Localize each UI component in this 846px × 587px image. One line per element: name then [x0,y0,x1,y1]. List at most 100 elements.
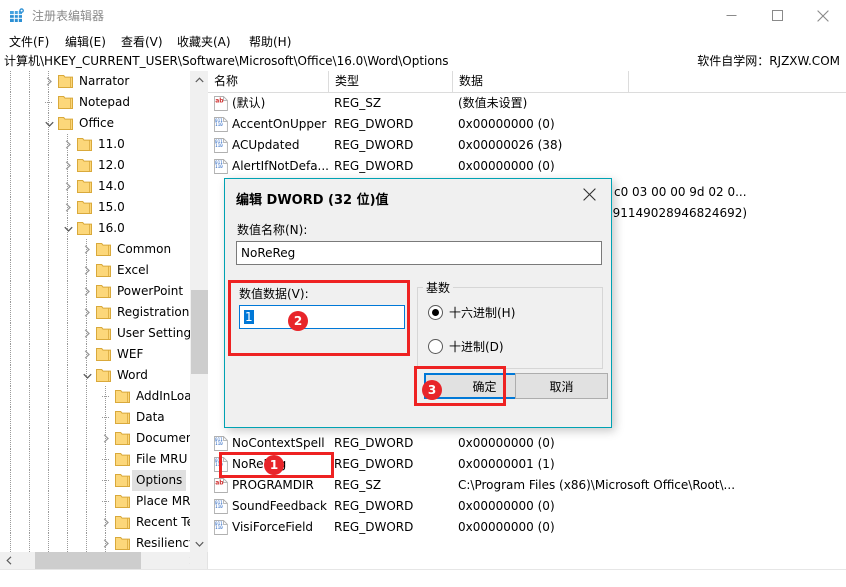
radio-decimal[interactable]: 十进制(D) [428,337,504,355]
table-row[interactable]: 011110AccentOnUpperREG_DWORD0x00000000 (… [208,114,846,135]
dword-value-icon: 011110 [214,159,228,174]
tree-item-powerpoint[interactable]: PowerPoint [0,281,190,302]
chevron-down-icon[interactable] [79,365,95,386]
column-header-0[interactable]: 名称 [208,71,328,92]
tree-guide-stub [102,459,110,460]
tree-item-data[interactable]: Data [0,407,190,428]
tree-item-14-0[interactable]: 14.0 [0,176,190,197]
tree-item-documentte[interactable]: DocumentTe [0,428,190,449]
tree-item-16-0[interactable]: 16.0 [0,218,190,239]
tree-guide-line [10,134,11,155]
minimize-icon[interactable] [708,0,754,31]
table-row[interactable]: 011110NoReRegREG_DWORD0x00000001 (1) [208,454,846,475]
tree-horizontal-scrollbar[interactable] [0,552,207,569]
tree-item-12-0[interactable]: 12.0 [0,155,190,176]
chevron-right-icon[interactable] [60,197,76,218]
tree-guide-line [29,113,30,134]
scroll-left-icon[interactable] [0,552,17,569]
tree-guide-line [10,197,11,218]
chevron-right-icon[interactable] [60,176,76,197]
value-type: REG_SZ [334,475,381,496]
scrollbar-corner [190,552,207,569]
table-row[interactable]: 011110NoContextSpellREG_DWORD0x00000000 … [208,433,846,454]
tree-guide-line [48,260,49,281]
chevron-right-icon[interactable] [98,428,114,449]
tree-guide-line [29,407,30,428]
value-data: 0x00000000 (0) [458,114,555,135]
tree-scroll-thumb[interactable] [191,290,208,374]
chevron-right-icon[interactable] [98,512,114,533]
chevron-right-icon[interactable] [79,281,95,302]
menu-item-2[interactable]: 查看(V) [118,34,166,50]
tree-item-label: AddInLoadTi [132,386,190,407]
tree-item-place-mru[interactable]: Place MRU [0,491,190,512]
tree-item-label: Narrator [75,71,133,92]
chevron-down-icon[interactable] [41,113,57,134]
chevron-right-icon[interactable] [98,533,114,554]
tree-guide-line [29,470,30,491]
chevron-right-icon[interactable] [60,155,76,176]
chevron-right-icon[interactable] [60,134,76,155]
menu-item-4[interactable]: 帮助(H) [246,34,294,50]
tree-item-wef[interactable]: WEF [0,344,190,365]
value-type: REG_DWORD [334,156,413,177]
value-data-input[interactable]: 1 [239,305,405,329]
registry-tree-pane[interactable]: NarratorNotepadOffice11.012.014.015.016.… [0,71,208,569]
table-row[interactable]: ab(默认)REG_SZ(数值未设置) [208,93,846,114]
tree-item-15-0[interactable]: 15.0 [0,197,190,218]
chevron-right-icon[interactable] [79,344,95,365]
tree-item-addinloadti[interactable]: AddInLoadTi [0,386,190,407]
chevron-right-icon[interactable] [41,71,57,92]
tree-vertical-scrollbar[interactable] [190,71,208,552]
chevron-right-icon[interactable] [79,260,95,281]
address-bar[interactable]: 计算机\HKEY_CURRENT_USER\Software\Microsoft… [0,52,846,72]
column-header-1[interactable]: 类型 [328,71,452,92]
tree-guide-stub [102,417,110,418]
table-row[interactable]: 011110ACUpdatedREG_DWORD0x00000026 (38) [208,135,846,156]
tree-item-label: 16.0 [94,218,129,239]
registry-editor-icon [9,8,25,24]
tree-guide-line [29,323,30,344]
base-groupbox-label: 基数 [423,279,453,296]
tree-item-11-0[interactable]: 11.0 [0,134,190,155]
tree-guide-line [10,176,11,197]
registry-tree[interactable]: NarratorNotepadOffice11.012.014.015.016.… [0,71,190,569]
tree-item-notepad[interactable]: Notepad [0,92,190,113]
table-row[interactable]: abPROGRAMDIRREG_SZC:\Program Files (x86)… [208,475,846,496]
menu-item-0[interactable]: 文件(F) [6,34,52,50]
table-row[interactable]: 011110VisiForceFieldREG_DWORD0x00000000 … [208,517,846,538]
maximize-icon[interactable] [754,0,800,31]
radio-hexadecimal[interactable]: 十六进制(H) [428,303,515,321]
chevron-right-icon[interactable] [79,239,95,260]
tree-item-options[interactable]: Options [0,470,190,491]
menu-item-3[interactable]: 收藏夹(A) [174,34,234,50]
scroll-up-icon[interactable] [191,71,208,88]
tree-item-narrator[interactable]: Narrator [0,71,190,92]
tree-item-file-mru[interactable]: File MRU [0,449,190,470]
dialog-close-icon[interactable] [567,179,611,209]
column-header-2[interactable]: 数据 [452,71,628,92]
tree-item-office[interactable]: Office [0,113,190,134]
chevron-right-icon[interactable] [79,323,95,344]
chevron-down-icon[interactable] [60,218,76,239]
table-row[interactable]: 011110AlertIfNotDefa...REG_DWORD0x000000… [208,156,846,177]
tree-item-recent-temp[interactable]: Recent Temp [0,512,190,533]
scroll-down-icon[interactable] [191,535,208,552]
tree-guide-line [48,197,49,218]
tree-item-common[interactable]: Common [0,239,190,260]
tree-item-excel[interactable]: Excel [0,260,190,281]
tree-item-resiliency[interactable]: Resiliency [0,533,190,554]
tree-item-user-settings[interactable]: User Settings [0,323,190,344]
value-name-input[interactable]: NoReReg [236,241,602,265]
table-row[interactable]: 011110SoundFeedbackREG_DWORD0x00000000 (… [208,496,846,517]
status-bar [0,569,846,587]
tree-item-label: 11.0 [94,134,129,155]
chevron-right-icon[interactable] [79,302,95,323]
cancel-button[interactable]: 取消 [515,373,608,399]
close-icon[interactable] [800,0,846,31]
tree-guide-line [48,533,49,554]
menu-item-1[interactable]: 编辑(E) [62,34,109,50]
tree-hscroll-thumb[interactable] [35,552,141,569]
tree-item-registration[interactable]: Registration [0,302,190,323]
tree-item-word[interactable]: Word [0,365,190,386]
